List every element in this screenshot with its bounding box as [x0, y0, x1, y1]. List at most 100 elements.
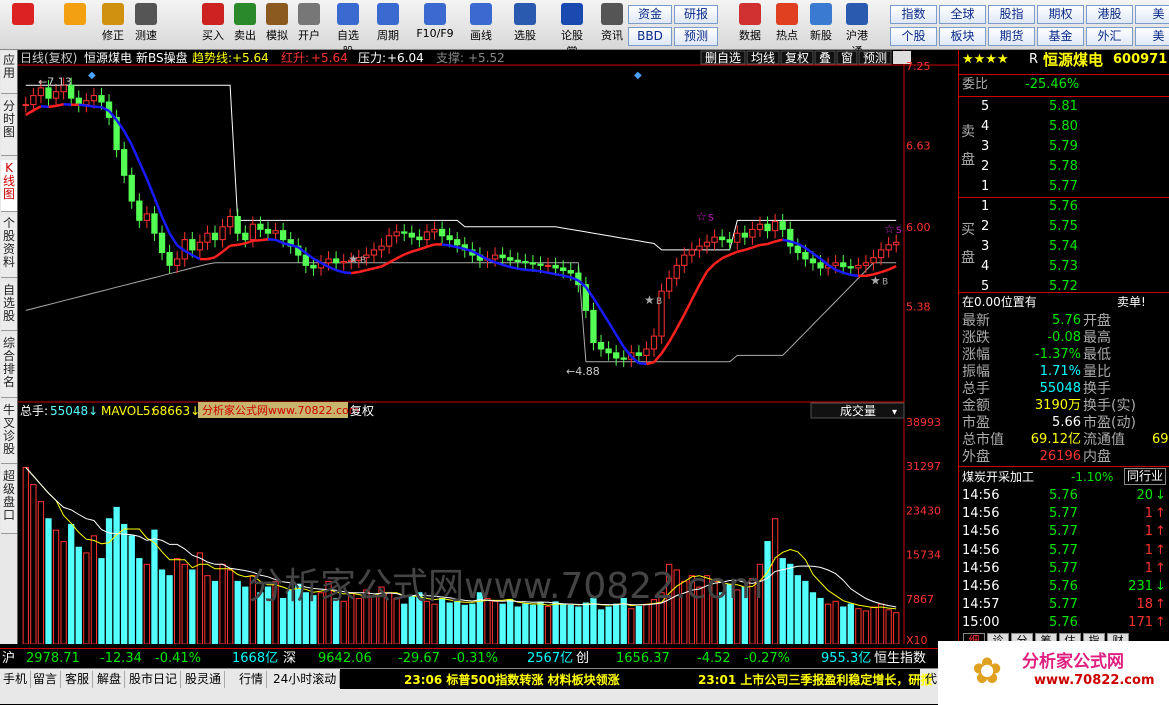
- grid-right-btn[interactable]: 外汇: [1086, 27, 1133, 46]
- trend-line-seg: [509, 265, 519, 270]
- weibi-value: -25.46%: [1025, 77, 1080, 92]
- grid-right-btn[interactable]: 美: [1135, 27, 1169, 46]
- left-tab-4[interactable]: 自选股: [1, 282, 17, 331]
- bottom-tab-5[interactable]: 股灵通: [182, 671, 226, 688]
- grid-right-btn[interactable]: 股指: [988, 5, 1035, 24]
- rating-stars-icon: ★★★★: [962, 52, 1009, 67]
- kline-chart-area[interactable]: 日线(复权) 恒源煤电 新BS操盘 趋势线: +5.64 红升: +5.64 压力: +6.04…: [18, 50, 958, 647]
- bottom-tab-3[interactable]: 解盘: [94, 671, 126, 688]
- star-button[interactable]: 自选股: [333, 3, 363, 58]
- bottom-tab-1[interactable]: 留言: [30, 671, 62, 688]
- lock-button[interactable]: 开户: [294, 3, 324, 47]
- buy-price[interactable]: 5.76: [1049, 198, 1078, 216]
- sell-button[interactable]: 卖出: [230, 3, 260, 47]
- left-tab-label: 牛叉诊股: [2, 403, 15, 456]
- event-diamond-icon[interactable]: ◆: [634, 70, 642, 81]
- bottom-tab-7[interactable]: 24小时滚动: [270, 671, 341, 688]
- industry-name[interactable]: 煤炭开采加工: [962, 468, 1034, 486]
- volume-bar: [575, 606, 582, 645]
- back-arrow-button[interactable]: [60, 3, 90, 47]
- volume-bar: [862, 610, 870, 645]
- gavel-button[interactable]: 模拟: [262, 3, 292, 47]
- news-button[interactable]: 资讯: [597, 3, 627, 47]
- sell-price[interactable]: 5.79: [1049, 138, 1078, 156]
- grid-right-btn[interactable]: 全球: [939, 5, 986, 24]
- trend-line-seg: [774, 238, 783, 243]
- windows-logo-button[interactable]: [8, 3, 38, 47]
- left-tab-7[interactable]: 超级盘口: [1, 468, 17, 534]
- volume-bar: [809, 592, 817, 645]
- bottom-bar: 手机 留言 客服 解盘 股市日记 股灵通 行情 24小时滚动 23:06 标普500指数转涨 材…: [0, 641, 1169, 705]
- trend-line-seg: [736, 248, 746, 253]
- bottom-tab-6[interactable]: 行情: [236, 671, 268, 688]
- bottom-tab-4[interactable]: 股市日记: [126, 671, 182, 688]
- left-tab-1[interactable]: 分时图: [1, 98, 17, 156]
- grid-right-btn[interactable]: 个股: [890, 27, 937, 46]
- f10-button[interactable]: F10/F9: [415, 3, 455, 47]
- sell-level-row: 5 5.81: [959, 98, 1169, 116]
- sell-price[interactable]: 5.81: [1049, 98, 1078, 116]
- quote-panel: ★★★★ R 恒源煤电 600971 委比 -25.46% 卖盘 5 5.81 4 5.80 3 5.7…: [958, 50, 1169, 647]
- quote-label2: 流通值: [1083, 432, 1125, 448]
- grid-right-btn[interactable]: 美: [1135, 5, 1169, 24]
- grid-left-btn[interactable]: 资金: [628, 5, 672, 24]
- sell-price[interactable]: 5.80: [1049, 118, 1078, 136]
- left-tab-0[interactable]: 应用: [1, 52, 17, 94]
- trend-line-seg: [93, 105, 102, 109]
- sell-price[interactable]: 5.77: [1049, 178, 1078, 196]
- stock-name: 恒源煤电: [1043, 51, 1104, 69]
- volume-bar: [597, 609, 605, 645]
- sell-price[interactable]: 5.78: [1049, 158, 1078, 176]
- grid-right-btn[interactable]: 港股: [1086, 5, 1133, 24]
- left-tab-3[interactable]: 个股资料: [1, 215, 17, 278]
- buy-price[interactable]: 5.73: [1049, 258, 1078, 276]
- data-button[interactable]: 数据: [735, 3, 765, 47]
- left-tab-2[interactable]: K线图: [1, 160, 17, 212]
- windows-logo-icon: [12, 3, 34, 25]
- buy-button[interactable]: 买入: [198, 3, 228, 47]
- buy-price[interactable]: 5.75: [1049, 218, 1078, 236]
- forum-button[interactable]: 论股堂: [557, 3, 587, 58]
- same-industry-button[interactable]: 同行业: [1124, 468, 1167, 485]
- chart-canvas[interactable]: 日线(复权) 恒源煤电 新BS操盘 趋势线: +5.64 红升: +5.64 压力: +6.04…: [18, 50, 958, 647]
- vol-fuquan-label: 复权: [350, 404, 374, 418]
- grid-right-btn[interactable]: 期权: [1037, 5, 1084, 24]
- hk-connect-button[interactable]: 沪港通: [842, 3, 872, 58]
- cycle-button[interactable]: 周期: [373, 3, 403, 47]
- hot-button[interactable]: 热点: [772, 3, 802, 47]
- screen-button[interactable]: 选股: [510, 3, 540, 47]
- buy-price[interactable]: 5.74: [1049, 238, 1078, 256]
- clock-button[interactable]: 测速: [131, 3, 161, 47]
- grid-right-btn[interactable]: 基金: [1037, 27, 1084, 46]
- volume-bar: [174, 558, 181, 645]
- sz-index: 9642.06: [318, 651, 372, 666]
- news-item-2[interactable]: 23:01 上市公司三季报盈利稳定增长，研报: [698, 671, 932, 688]
- bottom-tab-2[interactable]: 客服: [62, 671, 94, 688]
- grid-right-btn[interactable]: 板块: [939, 27, 986, 46]
- event-diamond-icon[interactable]: ◆: [88, 70, 96, 81]
- volume-bar: [870, 606, 877, 645]
- up-arrow-button[interactable]: 修正: [98, 3, 128, 47]
- volume-bar: [529, 604, 537, 645]
- left-tab-6[interactable]: 牛叉诊股: [1, 402, 17, 464]
- news-item-1[interactable]: 23:06 标普500指数转涨 材料板块领涨: [404, 671, 620, 688]
- quote-label: 市盈: [962, 415, 990, 431]
- ipo-button[interactable]: 新股: [806, 3, 836, 47]
- chart-header-pressure_val: +6.04: [387, 51, 424, 65]
- left-tab-5[interactable]: 综合排名: [1, 335, 17, 398]
- grid-left-btn[interactable]: BBD: [628, 27, 672, 46]
- pencil-button[interactable]: 画线: [466, 3, 496, 47]
- toolbar-label: 卖出: [234, 29, 256, 42]
- left-tab-label: 综合排名: [2, 336, 15, 389]
- hk-label[interactable]: 恒生指数: [874, 649, 926, 669]
- grid-left-btn[interactable]: 研报: [674, 5, 718, 24]
- background-watermark: 分析家公式网www.70822.com: [248, 566, 763, 607]
- quote-label: 总手: [962, 381, 990, 397]
- bottom-tab-0[interactable]: 手机: [0, 671, 32, 688]
- grid-right-btn[interactable]: 指数: [890, 5, 937, 24]
- grid-right-btn[interactable]: 期货: [988, 27, 1035, 46]
- volume-bar: [635, 605, 643, 645]
- chart-header-support_label: 支撑:: [436, 50, 464, 65]
- grid-left-btn[interactable]: 预测: [674, 27, 718, 46]
- chart-header-period: 日线(复权): [20, 51, 77, 65]
